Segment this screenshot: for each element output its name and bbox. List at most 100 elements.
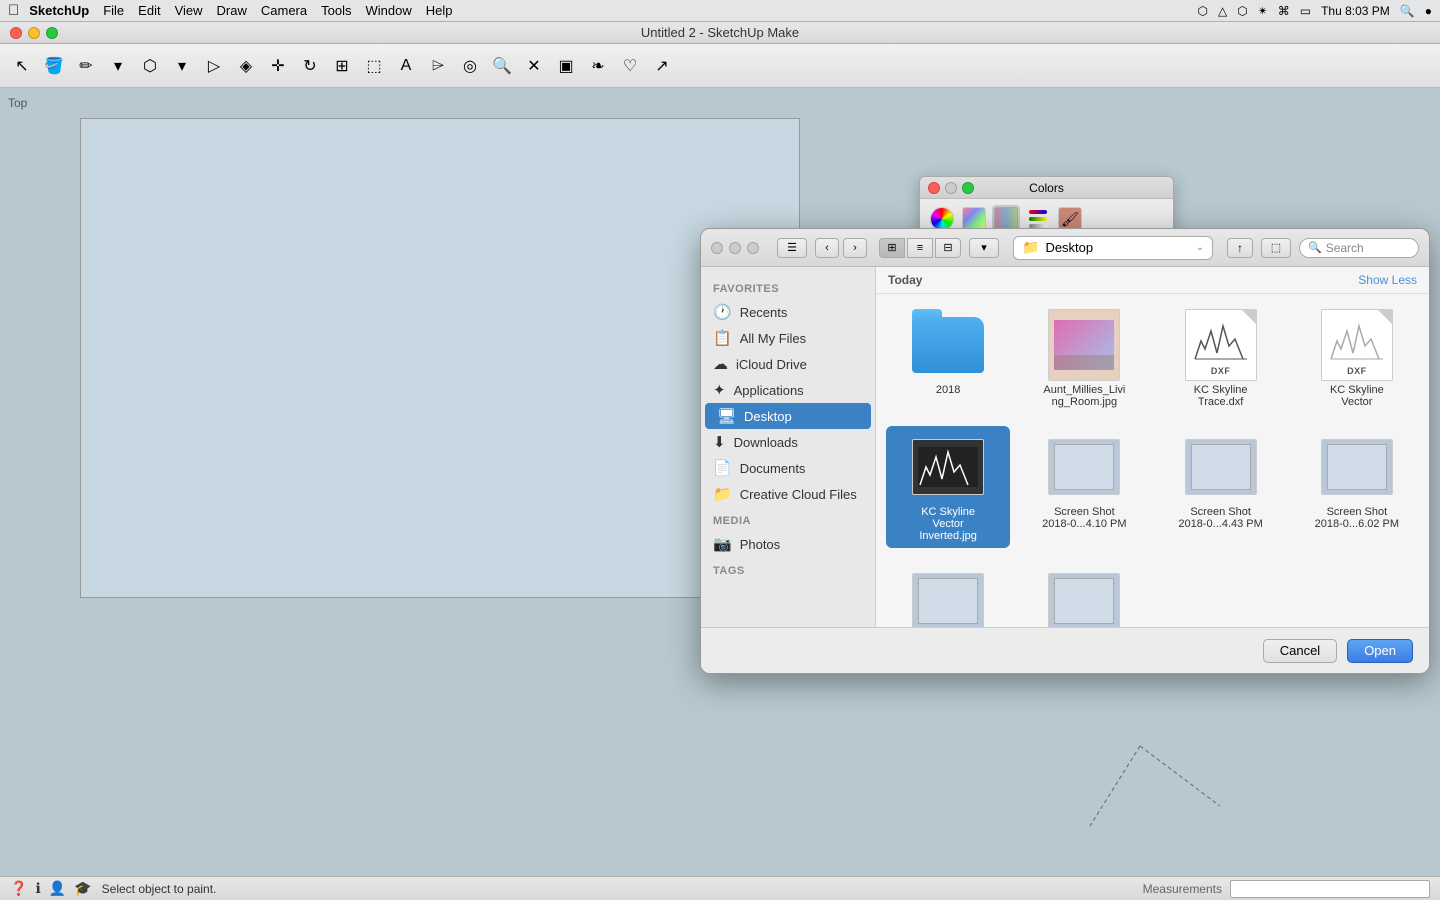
toolbar: ↖ 🪣 ✏ ▾ ⬡ ▾ ▷ ◈ ✛ ↻ ⊞ ⬚ A ⌲ ◎ 🔍 ✕ ▣ ❧ ♡ … — [0, 44, 1440, 88]
push-pull-tool[interactable]: ▷ — [200, 52, 228, 80]
minimize-button[interactable] — [28, 27, 40, 39]
sidebar-item-documents[interactable]: 📄 Documents — [701, 455, 875, 481]
text-tool[interactable]: A — [392, 52, 420, 80]
colors-max-button[interactable] — [962, 182, 974, 194]
sidebar-toggle-button[interactable]: ☰ — [777, 238, 807, 258]
apple-menu[interactable]:  — [8, 2, 19, 19]
creative-cloud-icon: 📁 — [713, 485, 732, 503]
status-right: Measurements — [1143, 880, 1430, 898]
view-options-button[interactable]: ▾ — [969, 238, 999, 258]
nav-forward-button[interactable]: › — [843, 238, 867, 258]
file-item-screenshot-443pm[interactable]: Screen Shot 2018-0...4.43 PM — [1159, 426, 1283, 548]
menu-help[interactable]: Help — [426, 3, 453, 18]
dialog-close-button[interactable] — [711, 242, 723, 254]
canvas-viewport[interactable] — [80, 118, 800, 598]
component-tool[interactable]: ❧ — [584, 52, 612, 80]
colors-min-button[interactable] — [945, 182, 957, 194]
dimension-tool[interactable]: ⌲ — [424, 52, 452, 80]
extension-icon: ⬡ — [1237, 4, 1247, 18]
export-tool[interactable]: ↗ — [648, 52, 676, 80]
menu-draw[interactable]: Draw — [217, 3, 247, 18]
menu-camera[interactable]: Camera — [261, 3, 307, 18]
dxf-thumb-kc-skyline-vector: DXF — [1317, 310, 1397, 380]
scale-tool[interactable]: ⊞ — [328, 52, 356, 80]
fill-tool[interactable]: ◈ — [232, 52, 260, 80]
zoom-tool[interactable]: 🔍 — [488, 52, 516, 80]
sidebar-item-photos[interactable]: 📷 Photos — [701, 531, 875, 557]
new-folder-button[interactable]: ⬚ — [1261, 238, 1291, 258]
file-label-screenshot-410pm: Screen Shot 2018-0...4.10 PM — [1040, 506, 1128, 530]
dialog-min-button[interactable] — [729, 242, 741, 254]
sidebar-item-icloud-drive[interactable]: ☁ iCloud Drive — [701, 351, 875, 377]
file-item-2018[interactable]: 2018 — [886, 304, 1010, 414]
status-hint: Select object to paint. — [102, 882, 217, 896]
select-tool[interactable]: ↖ — [8, 52, 36, 80]
sandbox-tool[interactable]: ♡ — [616, 52, 644, 80]
section-plane-tool[interactable]: ▣ — [552, 52, 580, 80]
menu-edit[interactable]: Edit — [138, 3, 160, 18]
open-button[interactable]: Open — [1347, 639, 1413, 663]
sidebar-item-downloads[interactable]: ⬇ Downloads — [701, 429, 875, 455]
teacher-icon: 🎓 — [74, 880, 91, 897]
walk-tool[interactable]: ✕ — [520, 52, 548, 80]
show-less-button[interactable]: Show Less — [1358, 273, 1417, 287]
file-item-screenshot-410pm[interactable]: Screen Shot 2018-0...4.10 PM — [1022, 426, 1146, 548]
photos-label: Photos — [740, 537, 780, 552]
search-icon: 🔍 — [1308, 241, 1322, 254]
info-icon: ℹ — [35, 880, 40, 897]
screenshot-icon-602pm — [1321, 439, 1393, 495]
file-item-kc-skyline-vector[interactable]: DXF KC Skyline Vector — [1295, 304, 1419, 414]
offset-tool[interactable]: ⬚ — [360, 52, 388, 80]
location-text: Desktop — [1045, 240, 1195, 255]
list-view-button[interactable]: ≡ — [907, 238, 933, 258]
dxf-thumb-kc-skyline: DXF — [1181, 310, 1261, 380]
file-item-kc-skyline-trace[interactable]: DXF KC Skyline Trace.dxf — [1159, 304, 1283, 414]
orbit-tool[interactable]: ◎ — [456, 52, 484, 80]
cancel-button[interactable]: Cancel — [1263, 639, 1337, 663]
maximize-button[interactable] — [46, 27, 58, 39]
menubar-right: ⬡ △ ⬡ ✴ ⌘ ▭ Thu 8:03 PM 🔍 ● — [1197, 4, 1432, 18]
search-box[interactable]: 🔍 Search — [1299, 238, 1419, 258]
help-circle-icon: ❓ — [10, 880, 27, 897]
screenshot-thumb-410pm — [1044, 432, 1124, 502]
close-button[interactable] — [10, 27, 22, 39]
colors-window-controls — [928, 182, 974, 194]
file-item-screenshot-956pm[interactable]: Screen Shot 2018-0...9.56 PM — [886, 560, 1010, 627]
dialog-max-button[interactable] — [747, 242, 759, 254]
media-label: Media — [701, 507, 875, 531]
pencil-dropdown[interactable]: ▾ — [104, 52, 132, 80]
menu-tools[interactable]: Tools — [321, 3, 351, 18]
menu-window[interactable]: Window — [365, 3, 411, 18]
battery-icon: ▭ — [1300, 4, 1311, 18]
menu-file[interactable]: File — [103, 3, 124, 18]
shape-tool[interactable]: ⬡ — [136, 52, 164, 80]
icon-view-button[interactable]: ⊞ — [879, 238, 905, 258]
rotate-tool[interactable]: ↻ — [296, 52, 324, 80]
sidebar-item-applications[interactable]: ✦ Applications — [701, 377, 875, 403]
applications-label: Applications — [734, 383, 804, 398]
shape-dropdown[interactable]: ▾ — [168, 52, 196, 80]
colors-close-button[interactable] — [928, 182, 940, 194]
paint-tool[interactable]: 🪣 — [40, 52, 68, 80]
file-item-aunt-millies[interactable]: Aunt_Millies_Living_Room.jpg — [1022, 304, 1146, 414]
nav-back-button[interactable]: ‹ — [815, 238, 839, 258]
menu-view[interactable]: View — [175, 3, 203, 18]
measurements-input[interactable] — [1230, 880, 1430, 898]
sidebar-item-creative-cloud[interactable]: 📁 Creative Cloud Files — [701, 481, 875, 507]
pencil-tool[interactable]: ✏ — [72, 52, 100, 80]
user-icon[interactable]: ● — [1425, 4, 1432, 18]
sidebar-item-recents[interactable]: 🕐 Recents — [701, 299, 875, 325]
location-chevron-icon: ⌄ — [1196, 242, 1204, 253]
file-item-screenshot-234pm[interactable]: Screen Shot 2018-0...2.34 PM — [1022, 560, 1146, 627]
diagonal-lines — [1040, 646, 1240, 846]
file-item-kc-skyline-inverted[interactable]: KC Skyline Vector Inverted.jpg — [886, 426, 1010, 548]
sidebar-item-all-my-files[interactable]: 📋 All My Files — [701, 325, 875, 351]
search-menu-icon[interactable]: 🔍 — [1400, 4, 1415, 18]
share-button[interactable]: ↑ — [1227, 238, 1253, 258]
move-tool[interactable]: ✛ — [264, 52, 292, 80]
view-mode-buttons: ⊞ ≡ ⊟ — [879, 238, 961, 258]
file-item-screenshot-602pm[interactable]: Screen Shot 2018-0...6.02 PM — [1295, 426, 1419, 548]
menu-sketchup[interactable]: SketchUp — [29, 3, 89, 18]
sidebar-item-desktop[interactable]: 🖥 Desktop — [705, 403, 871, 429]
column-view-button[interactable]: ⊟ — [935, 238, 961, 258]
